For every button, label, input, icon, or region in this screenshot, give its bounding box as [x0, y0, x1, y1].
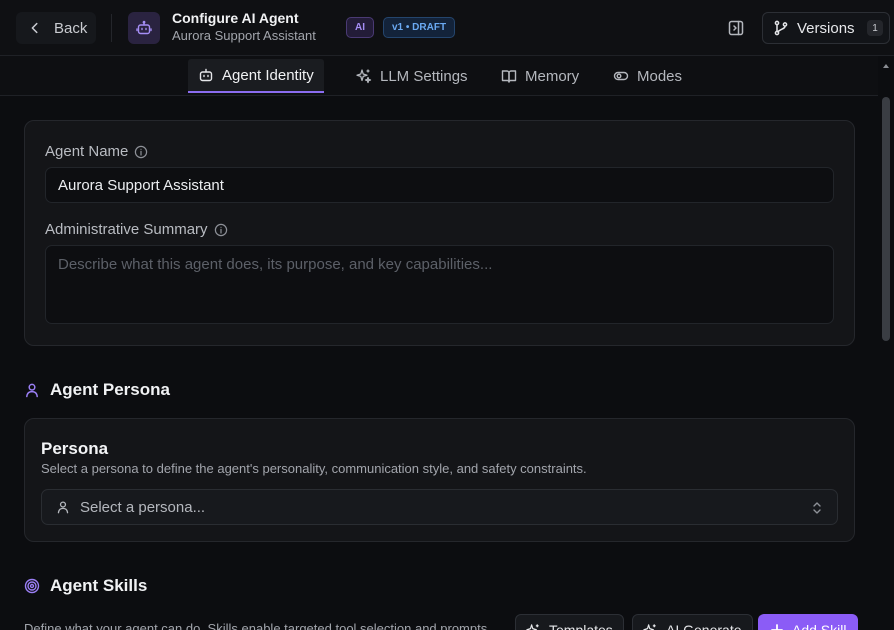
persona-section-title: Agent Persona: [50, 380, 170, 399]
git-branch-icon: [774, 20, 788, 36]
tab-agent-identity[interactable]: Agent Identity: [188, 59, 324, 93]
versions-label: Versions: [797, 19, 855, 37]
agent-avatar: [128, 12, 160, 44]
target-icon: [24, 578, 40, 594]
tab-label: Modes: [637, 67, 683, 85]
user-icon: [57, 501, 69, 514]
sparkles-icon: [356, 69, 372, 84]
ai-badge: AI: [346, 17, 374, 38]
versions-count-badge: 1: [867, 20, 883, 36]
app-header: Back Configure AI Agent Aurora Support A…: [0, 0, 894, 56]
agent-name-subtitle: Aurora Support Assistant: [172, 28, 316, 43]
bot-icon: [199, 68, 213, 82]
persona-section-heading: Agent Persona: [24, 380, 170, 400]
versions-button[interactable]: Versions 1: [762, 12, 890, 44]
tab-llm-settings[interactable]: LLM Settings: [346, 59, 478, 93]
templates-label: Templates: [549, 622, 613, 630]
summary-textarea[interactable]: Describe what this agent does, its purpo…: [45, 245, 834, 324]
add-skill-button[interactable]: Add Skill: [758, 614, 859, 630]
info-icon[interactable]: [214, 223, 228, 237]
back-label: Back: [54, 19, 88, 37]
persona-select-placeholder: Select a persona...: [80, 498, 206, 516]
sparkles-icon: [643, 623, 656, 630]
book-open-icon: [501, 70, 517, 83]
skills-section-heading: Agent Skills: [24, 576, 147, 596]
ai-generate-label: AI Generate: [666, 622, 742, 630]
agent-name-input[interactable]: Aurora Support Assistant: [45, 167, 834, 203]
identity-card: Agent Name Aurora Support Assistant Admi…: [24, 120, 855, 346]
toggle-icon: [613, 71, 629, 81]
user-icon: [26, 383, 38, 398]
skills-section-title: Agent Skills: [50, 576, 148, 595]
scrollbar-thumb[interactable]: [882, 97, 890, 341]
version-status-badge: v1 • DRAFT: [383, 17, 456, 38]
sparkles-icon: [526, 623, 539, 630]
agent-name-label: Agent Name: [45, 143, 148, 160]
add-skill-label: Add Skill: [792, 622, 847, 630]
tab-bar: Agent Identity LLM Settings Memory Modes: [0, 56, 878, 96]
panel-toggle-icon[interactable]: [727, 19, 745, 37]
scroll-up-arrow-icon[interactable]: [882, 62, 890, 70]
persona-select[interactable]: Select a persona...: [41, 489, 838, 525]
info-icon[interactable]: [134, 145, 148, 159]
summary-label-text: Administrative Summary: [45, 221, 208, 238]
tab-label: Agent Identity: [222, 66, 314, 84]
tab-label: LLM Settings: [380, 67, 468, 85]
persona-card-title: Persona: [41, 439, 109, 458]
bot-icon: [136, 20, 152, 35]
summary-label: Administrative Summary: [45, 221, 228, 238]
tab-modes[interactable]: Modes: [603, 59, 692, 93]
persona-card-description: Select a persona to define the agent's p…: [41, 461, 587, 476]
ai-generate-button[interactable]: AI Generate: [632, 614, 753, 630]
page-title: Configure AI Agent: [172, 10, 299, 26]
templates-button[interactable]: Templates: [515, 614, 624, 630]
tab-memory[interactable]: Memory: [491, 59, 589, 93]
skills-description: Define what your agent can do. Skills en…: [24, 621, 488, 630]
chevrons-up-down-icon: [813, 502, 821, 514]
header-divider: [111, 14, 112, 42]
chevron-left-icon: [31, 22, 38, 34]
agent-name-label-text: Agent Name: [45, 143, 129, 160]
plus-icon: [771, 624, 783, 630]
back-button[interactable]: Back: [16, 12, 96, 44]
persona-card: Persona Select a persona to define the a…: [24, 418, 855, 542]
tab-label: Memory: [525, 67, 580, 85]
